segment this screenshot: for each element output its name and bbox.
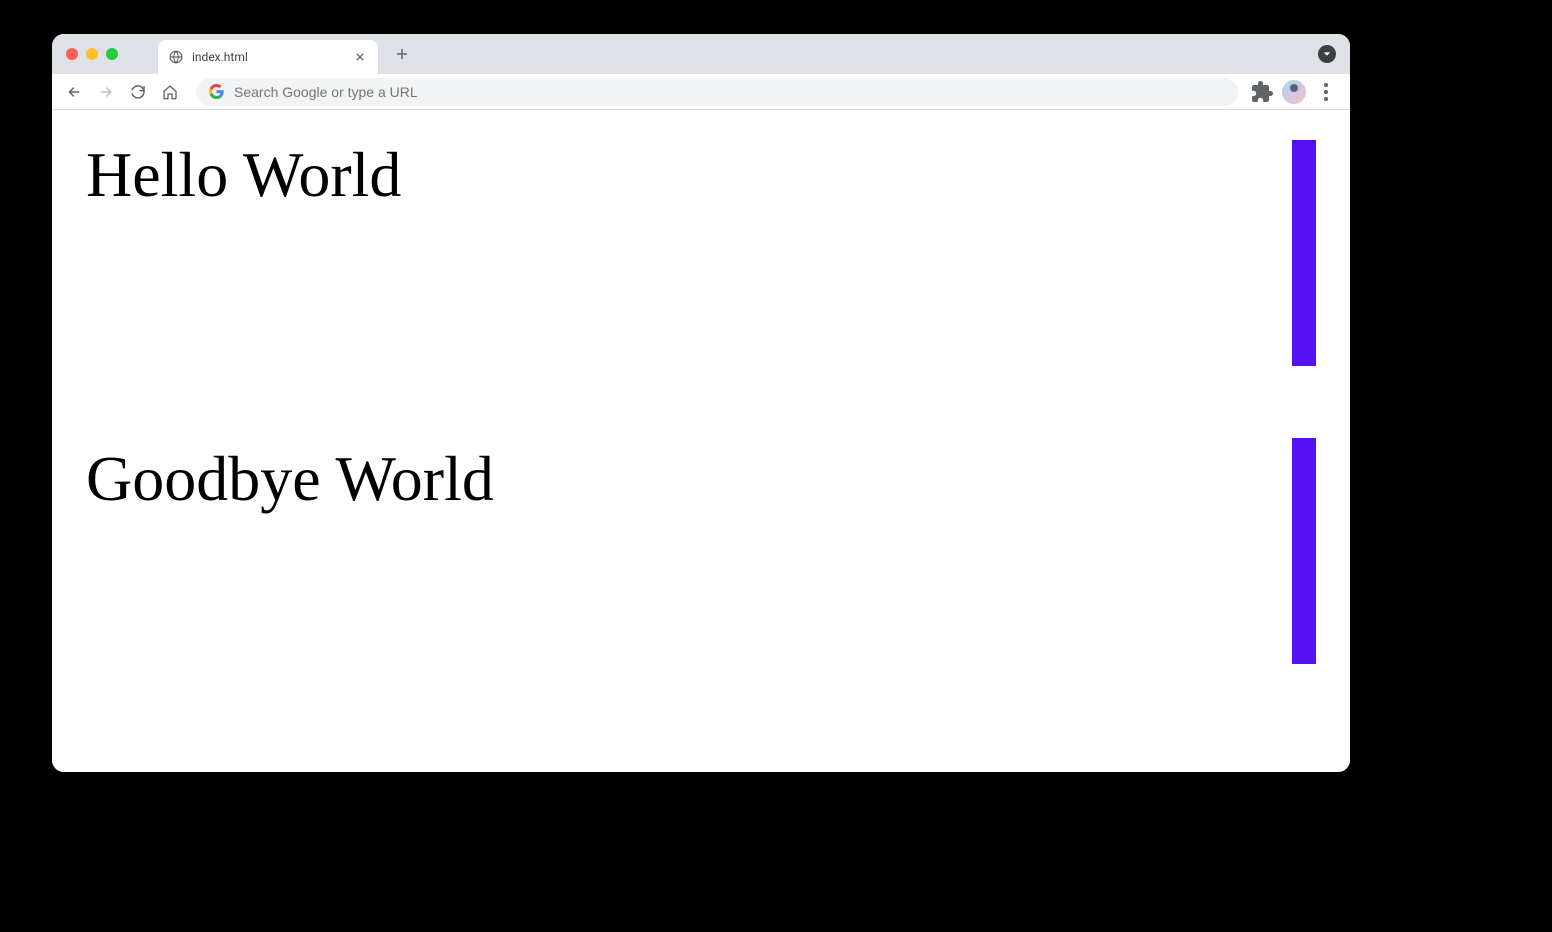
extensions-icon[interactable] (1250, 80, 1274, 104)
heading-hello: Hello World (86, 140, 1316, 210)
tab-search-button[interactable] (1318, 45, 1336, 63)
section-2: Goodbye World (52, 414, 1350, 514)
browser-tab[interactable]: index.html (158, 40, 378, 74)
reload-button[interactable] (124, 78, 152, 106)
section-1: Hello World (52, 110, 1350, 210)
window-controls (66, 48, 118, 60)
back-button[interactable] (60, 78, 88, 106)
tab-title: index.html (192, 50, 352, 64)
window-close-button[interactable] (66, 48, 78, 60)
tabs-right (1318, 45, 1336, 63)
heading-goodbye: Goodbye World (86, 444, 1316, 514)
profile-avatar[interactable] (1282, 80, 1306, 104)
browser-window: index.html (52, 34, 1350, 772)
menu-button[interactable] (1314, 80, 1338, 104)
forward-button[interactable] (92, 78, 120, 106)
window-minimize-button[interactable] (86, 48, 98, 60)
google-icon (208, 84, 224, 100)
new-tab-button[interactable] (388, 40, 416, 68)
window-maximize-button[interactable] (106, 48, 118, 60)
address-input[interactable] (234, 84, 1226, 100)
home-button[interactable] (156, 78, 184, 106)
tab-close-button[interactable] (352, 49, 368, 65)
toolbar (52, 74, 1350, 110)
toolbar-right (1250, 80, 1342, 104)
globe-icon (168, 49, 184, 65)
page-viewport: Hello World Goodbye World (52, 110, 1350, 772)
tabs-bar: index.html (52, 34, 1350, 74)
address-bar[interactable] (196, 78, 1238, 106)
